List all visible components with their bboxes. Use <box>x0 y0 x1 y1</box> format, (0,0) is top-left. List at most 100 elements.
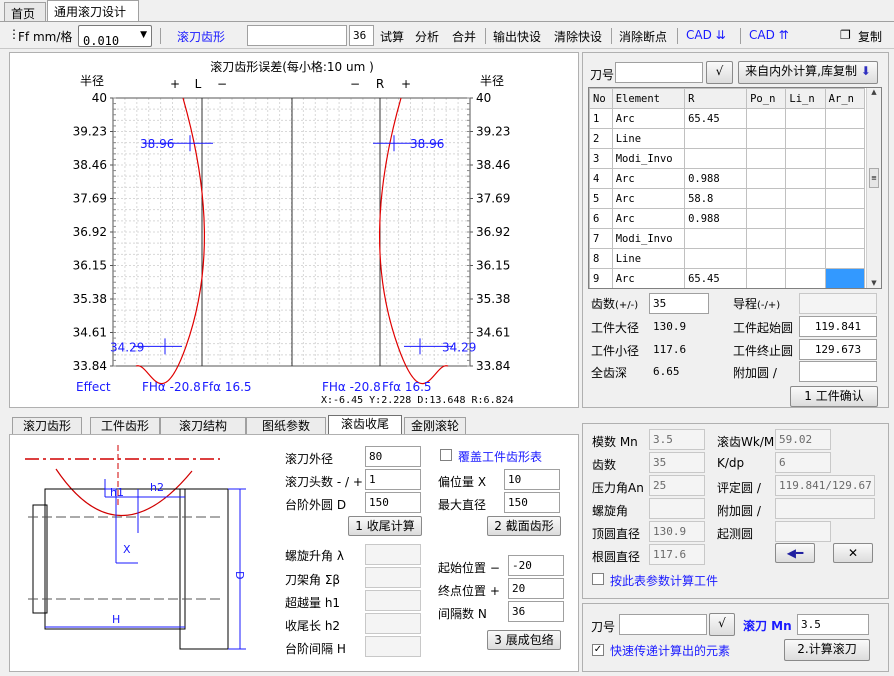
table-cell[interactable] <box>785 248 826 269</box>
work-teeth-input[interactable] <box>649 293 709 314</box>
work-start-input[interactable] <box>799 316 877 337</box>
close-button[interactable]: ✕ <box>833 543 873 563</box>
scroll-down-icon[interactable]: ▼ <box>867 279 881 287</box>
table-cell[interactable]: 4 <box>589 168 613 189</box>
rake-angle-input[interactable] <box>365 567 421 588</box>
table-cell[interactable] <box>684 148 748 169</box>
cover-checkbox[interactable] <box>440 449 452 461</box>
table-cell[interactable]: 3 <box>589 148 613 169</box>
export-shortcut-button[interactable]: 输出快设 <box>493 28 541 45</box>
table-cell[interactable] <box>824 228 866 249</box>
table-cell[interactable] <box>824 268 866 288</box>
tab-drawing-params[interactable]: 图纸参数 <box>246 417 326 435</box>
table-cell[interactable] <box>824 128 866 149</box>
hob-starts-input[interactable] <box>365 469 421 490</box>
table-cell[interactable]: Arc <box>611 208 686 229</box>
tab-hobbing-tail[interactable]: 滚齿收尾 <box>328 415 402 436</box>
work-end-input[interactable] <box>799 339 877 360</box>
calc-hob-button[interactable]: 2.计算滚刀 <box>784 639 870 661</box>
hob-no2-confirm-button[interactable]: √ <box>709 613 735 636</box>
fast-transfer-checkbox[interactable]: ✓ <box>592 644 604 656</box>
copy-button[interactable]: 复制 <box>858 28 882 45</box>
table-cell[interactable]: 0.988 <box>684 168 748 189</box>
tail-length-input[interactable] <box>365 613 421 634</box>
tab-work-profile[interactable]: 工件齿形 <box>90 417 160 435</box>
hob-no2-input[interactable] <box>619 614 707 635</box>
offset-input[interactable] <box>504 469 560 490</box>
table-cell[interactable] <box>746 208 787 229</box>
table-cell[interactable]: 8 <box>589 248 613 269</box>
table-cell[interactable] <box>785 188 826 209</box>
table-cell[interactable]: Modi_Invo <box>611 228 686 249</box>
pressure-angle-input[interactable] <box>649 475 705 496</box>
table-cell[interactable] <box>746 148 787 169</box>
hob-no-confirm-button[interactable]: √ <box>706 61 733 84</box>
table-cell[interactable] <box>824 248 866 269</box>
table-cell[interactable]: Arc <box>611 168 686 189</box>
helix-angle-input[interactable] <box>649 498 705 519</box>
table-cell[interactable]: 7 <box>589 228 613 249</box>
params-teeth-input[interactable] <box>649 452 705 473</box>
clear-shortcut-button[interactable]: 清除快设 <box>554 28 602 45</box>
table-cell[interactable]: 1 <box>589 108 613 129</box>
teeth-count-input[interactable] <box>349 25 374 46</box>
helix-lead-input[interactable] <box>365 544 421 565</box>
table-cell[interactable] <box>746 228 787 249</box>
table-row[interactable]: 2 Line <box>589 128 866 149</box>
table-cell[interactable]: Arc <box>611 268 686 288</box>
table-cell[interactable] <box>746 128 787 149</box>
table-cell[interactable] <box>824 108 866 129</box>
table-cell[interactable]: 9 <box>589 268 613 288</box>
trial-button[interactable]: 试算 <box>380 28 404 45</box>
calc-copy-button[interactable]: 来自内外计算,库复制 ⬇ <box>738 61 878 84</box>
cad-down-button[interactable]: CAD ⇊ <box>686 28 726 42</box>
merge-button[interactable]: 合并 <box>452 28 476 45</box>
table-row[interactable]: 4 Arc 0.988 <box>589 168 866 189</box>
table-cell[interactable]: 5 <box>589 188 613 209</box>
envelope-button[interactable]: 3 展成包络 <box>487 630 561 650</box>
tab-hob-structure[interactable]: 滚刀结构 <box>160 417 246 435</box>
table-row[interactable]: 9 Arc 65.45 <box>589 268 866 288</box>
table-row[interactable]: 3 Modi_Invo <box>589 148 866 169</box>
table-row[interactable]: 7 Modi_Invo <box>589 228 866 249</box>
tab-hob-profile[interactable]: 滚刀齿形 <box>12 417 82 435</box>
end-pos-input[interactable] <box>508 578 564 599</box>
hob-od-input[interactable] <box>365 446 421 467</box>
step-od-input[interactable] <box>365 492 421 513</box>
table-cell[interactable] <box>746 188 787 209</box>
scroll-up-icon[interactable]: ▲ <box>867 88 881 96</box>
table-cell[interactable] <box>824 208 866 229</box>
copy-icon[interactable]: ❐ <box>840 28 851 42</box>
kdp-input[interactable] <box>775 452 831 473</box>
analyze-button[interactable]: 分析 <box>415 28 439 45</box>
table-cell[interactable]: 65.45 <box>684 268 748 288</box>
table-cell[interactable]: 2 <box>589 128 613 149</box>
hob-profile-input[interactable] <box>247 25 347 46</box>
table-cell[interactable] <box>684 248 748 269</box>
table-row[interactable]: 5 Arc 58.8 <box>589 188 866 209</box>
params-add-circle-input[interactable] <box>775 498 875 519</box>
table-cell[interactable]: Line <box>611 128 686 149</box>
tab-home[interactable]: 首页 <box>4 2 46 21</box>
table-cell[interactable] <box>746 108 787 129</box>
wk-input[interactable] <box>775 429 831 450</box>
table-row[interactable]: 6 Arc 0.988 <box>589 208 866 229</box>
table-row[interactable]: 8 Line <box>589 248 866 269</box>
table-cell[interactable]: Modi_Invo <box>611 148 686 169</box>
interval-input[interactable] <box>508 601 564 622</box>
table-cell[interactable] <box>785 228 826 249</box>
table-cell[interactable] <box>785 168 826 189</box>
max-diameter-input[interactable] <box>504 492 560 513</box>
scroll-thumb[interactable]: ≡ <box>869 168 879 188</box>
table-cell[interactable] <box>785 148 826 169</box>
tip-diameter-input[interactable] <box>649 521 705 542</box>
lead-input[interactable] <box>799 293 877 314</box>
table-cell[interactable]: Arc <box>611 188 686 209</box>
table-cell[interactable] <box>785 128 826 149</box>
hob-profile-label[interactable]: 滚刀齿形 <box>177 28 225 45</box>
hob-mn-input[interactable] <box>797 614 869 635</box>
table-cell[interactable] <box>746 248 787 269</box>
table-cell[interactable] <box>824 168 866 189</box>
root-diameter-input[interactable] <box>649 544 705 565</box>
start-circle-input[interactable] <box>775 521 831 542</box>
